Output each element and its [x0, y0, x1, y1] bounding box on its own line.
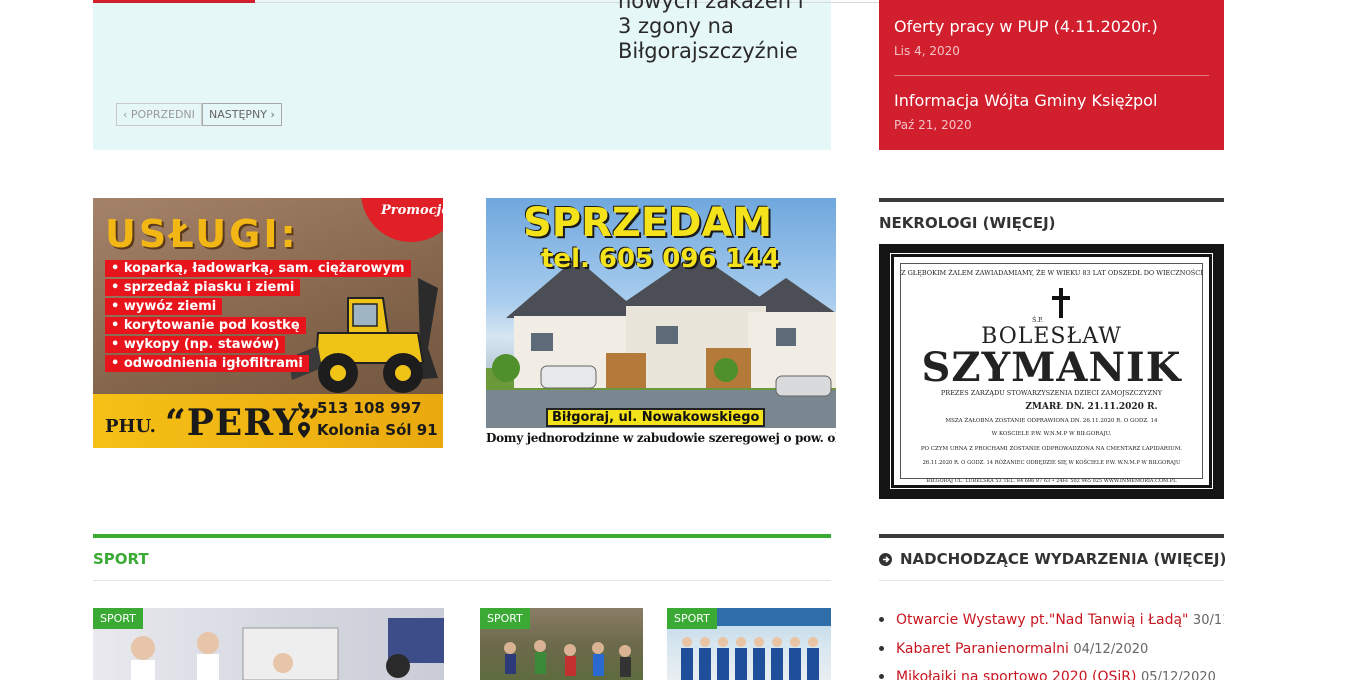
next-button[interactable]: NASTĘPNY › — [202, 103, 282, 126]
slide-title-line: Biłgorajszczyźnie — [618, 39, 798, 63]
event-item[interactable]: Otwarcie Wystawy pt."Nad Tanwią i Ładą" … — [879, 612, 1224, 628]
promo-badge: Promocje! — [361, 198, 443, 242]
sport-thumbnail-swimming[interactable]: SPORT — [667, 608, 831, 680]
event-date: 30/11/2020 — [1192, 613, 1224, 628]
obituary-died: ZMARŁ DN. 21.11.2020 R. — [1025, 402, 1158, 412]
ad-phone: tel. 605 096 144 — [541, 244, 780, 274]
event-item[interactable]: Mikołajki na sportowo 2020 (OSiR) 05/12/… — [879, 669, 1224, 680]
sport-section-bar — [93, 534, 831, 538]
divider — [879, 580, 1224, 581]
slide-title-line: 3 zgony na — [618, 14, 734, 38]
sport-section-title[interactable]: SPORT — [93, 550, 149, 568]
slide-title-line: nowych zakażeń i — [618, 0, 804, 13]
section-divider — [879, 198, 1224, 202]
promo-label: Promocje! — [381, 203, 443, 218]
service-item: • wywóz ziemi — [105, 298, 223, 315]
event-item[interactable]: Kabaret Paranienormalni 04/12/2020 — [879, 641, 1224, 657]
divider — [894, 75, 1209, 76]
obituary-sp: Ś.P. — [1032, 317, 1043, 324]
house-sale-ad-banner[interactable]: SPRZEDAM tel. 605 096 144 Biłgoraj, ul. … — [486, 198, 836, 448]
services-ad-banner[interactable]: USŁUGI: Promocje! • koparką, ładowarką, … — [93, 198, 443, 448]
cross-icon — [1052, 288, 1070, 318]
latest-news-date: Lis 4, 2020 — [894, 44, 960, 58]
event-date: 04/12/2020 — [1073, 642, 1149, 657]
divider — [93, 580, 831, 581]
obituary-frame: Z GŁĘBOKIM ŻALEM ZAWIADAMIAMY, ŻE W WIEK… — [900, 263, 1203, 484]
latest-news-item[interactable]: Informacja Wójta Gminy Księżpol Paź 21, … — [894, 91, 1209, 132]
category-badge[interactable]: SPORT — [480, 608, 530, 629]
latest-news-title[interactable]: Oferty pracy w PUP (4.11.2020r.) — [894, 17, 1209, 36]
obituary-card[interactable]: Z GŁĘBOKIM ŻALEM ZAWIADAMIAMY, ŻE W WIEK… — [879, 244, 1224, 499]
slider-accent-bar — [93, 0, 255, 3]
obituary-burial: PO CZYM URNA Z PROCHAMI ZOSTANIE ODPROWA… — [920, 446, 1183, 452]
nekrologi-title[interactable]: NEKROLOGI (WIĘCEJ) — [879, 214, 1056, 232]
obituary-role: PREZES ZARZĄDU STOWARZYSZENIA DZIECI ZAM… — [940, 389, 1163, 397]
bullet-icon — [879, 645, 884, 651]
ad-contact-strip: PHU. “PERY” 513 108 997 Kolonia Sól 91 — [93, 394, 443, 448]
sport-thumbnail-karate[interactable]: SPORT — [93, 608, 444, 680]
event-name[interactable]: Kabaret Paranienormalni — [896, 641, 1069, 657]
ad-phu: PHU. — [105, 416, 156, 437]
ad-heading: USŁUGI: — [105, 212, 299, 256]
events-title[interactable]: NADCHODZĄCE WYDARZENIA (WIĘCEJ) — [900, 550, 1226, 568]
sport-thumbnail-running[interactable]: SPORT — [480, 608, 643, 680]
page: nowych zakażeń i 3 zgony na Biłgorajszcz… — [0, 0, 1345, 680]
house-illustration: SPRZEDAM tel. 605 096 144 Biłgoraj, ul. … — [486, 198, 836, 428]
excavator-icon — [288, 278, 438, 393]
event-date: 05/12/2020 — [1140, 670, 1216, 680]
latest-news-item[interactable]: Oferty pracy w PUP (4.11.2020r.) Lis 4, … — [894, 17, 1209, 58]
obituary-paper: Z GŁĘBOKIM ŻALEM ZAWIADAMIAMY, ŻE W WIEK… — [890, 253, 1213, 489]
prev-button[interactable]: ‹ POPRZEDNI — [116, 103, 202, 126]
service-item: • korytowanie pod kostkę — [105, 317, 306, 334]
slide-title[interactable]: nowych zakażeń i 3 zgony na Biłgorajszcz… — [618, 0, 828, 72]
latest-news-title[interactable]: Informacja Wójta Gminy Księżpol — [894, 91, 1209, 110]
ad-phone: 513 108 997 — [317, 399, 422, 417]
event-name[interactable]: Otwarcie Wystawy pt."Nad Tanwią i Ładą" — [896, 612, 1188, 628]
ad-place: Kolonia Sól 91 — [317, 421, 438, 439]
obituary-mass: MSZA ŻAŁOBNA ZOSTANIE ODPRAWIONA DN. 26.… — [945, 418, 1158, 424]
phone-icon — [298, 402, 310, 414]
obituary-rosary: 26.11.2020 R. O GODZ. 14 RÓŻANIEC ODBĘDZ… — [922, 460, 1181, 466]
location-pin-icon — [298, 422, 310, 438]
obituary-footer: BIŁGORAJ UL. LUBELSKA 53 TEL. 84 686 87 … — [926, 478, 1177, 484]
latest-news-date: Paź 21, 2020 — [894, 118, 972, 132]
arrow-circle-icon — [879, 553, 892, 566]
section-divider — [879, 534, 1224, 538]
service-item: • sprzedaż piasku i ziemi — [105, 279, 301, 296]
category-badge[interactable]: SPORT — [667, 608, 717, 629]
obituary-church: W KOŚCIELE P.W. W.N.M.P W BIŁGORAJU. — [991, 431, 1112, 437]
bullet-icon — [879, 673, 884, 679]
obituary-last-name: SZYMANIK — [921, 344, 1182, 391]
service-item: • wykopy (np. stawów) — [105, 336, 286, 353]
ad-heading: SPRZEDAM — [523, 200, 773, 246]
ad-description: Domy jednorodzinne w zabudowie szeregowe… — [486, 431, 836, 445]
service-item: • koparką, ładowarką, sam. ciężarowym — [105, 260, 411, 277]
category-badge[interactable]: SPORT — [93, 608, 143, 629]
obituary-intro: Z GŁĘBOKIM ŻALEM ZAWIADAMIAMY, ŻE W WIEK… — [901, 269, 1203, 277]
bullet-icon — [879, 616, 884, 622]
service-item: • odwodnienia igłofiltrami — [105, 355, 309, 372]
event-name[interactable]: Mikołajki na sportowo 2020 (OSiR) — [896, 669, 1137, 680]
latest-news-box: Oferty pracy w PUP (4.11.2020r.) Lis 4, … — [879, 0, 1224, 150]
ad-address: Biłgoraj, ul. Nowakowskiego — [546, 408, 766, 427]
